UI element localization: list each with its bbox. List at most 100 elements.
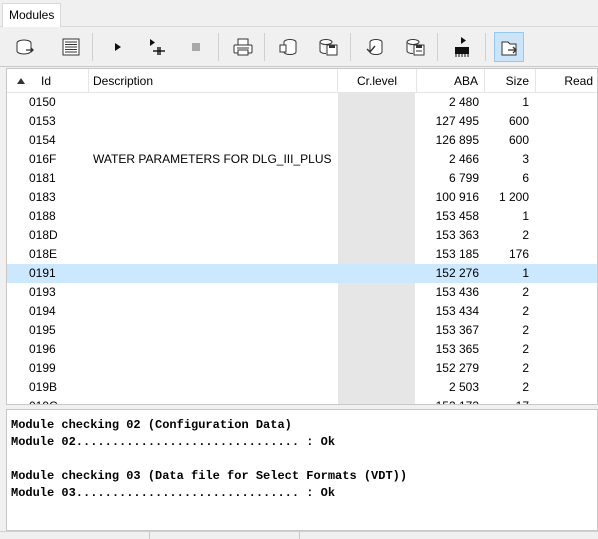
cell-read [537, 245, 597, 264]
log-line: Module checking 03 (Data file for Select… [11, 469, 408, 483]
cell-read [537, 321, 597, 340]
cell-crlevel [338, 112, 415, 131]
cell-aba: 6 799 [448, 171, 479, 185]
table-row[interactable]: 019C 153 173 17 [7, 397, 597, 404]
cell-id: 0191 [29, 266, 56, 280]
cell-id: 0183 [29, 190, 56, 204]
table-row[interactable]: 0150 2 480 1 [7, 93, 597, 112]
cell-aba: 153 365 [435, 342, 479, 356]
cell-aba: 126 895 [435, 133, 479, 147]
table-row[interactable]: 0188 153 458 1 [7, 207, 597, 226]
cell-read [537, 169, 597, 188]
tab-modules[interactable]: Modules [2, 3, 61, 28]
cell-aba: 2 503 [448, 380, 479, 394]
cell-id: 0196 [29, 342, 56, 356]
status-segment [150, 532, 300, 539]
db-icon[interactable] [274, 32, 304, 62]
db-save-icon[interactable] [313, 32, 343, 62]
cell-size: 2 [522, 323, 529, 337]
cell-aba: 2 480 [448, 95, 479, 109]
cell-id: 0193 [29, 285, 56, 299]
toolbar-separator [264, 33, 265, 61]
play-icon[interactable] [103, 32, 133, 62]
col-header-crlevel[interactable]: Cr.level [338, 69, 417, 93]
export-icon[interactable] [494, 32, 524, 62]
cell-aba: 153 185 [435, 247, 479, 261]
cell-id: 016F [29, 152, 57, 166]
print-icon[interactable] [228, 32, 258, 62]
cell-size: 17 [487, 397, 529, 404]
cell-read [537, 283, 597, 302]
cell-aba: 152 279 [435, 361, 479, 375]
table-row[interactable]: 0154 126 895 600 [7, 131, 597, 150]
cell-description [93, 302, 338, 321]
cell-description [93, 397, 338, 404]
grid-rows: 0150 2 480 1 0153 127 495 600 0154 126 895 600 01… [7, 93, 597, 404]
cell-aba: 153 173 [417, 397, 479, 404]
cell-read [537, 264, 597, 283]
cell-aba: 153 436 [435, 285, 479, 299]
cell-aba: 153 363 [435, 228, 479, 242]
cell-aba: 152 276 [435, 266, 479, 280]
table-row[interactable]: 0195 153 367 2 [7, 321, 597, 340]
cell-size: 600 [508, 133, 529, 147]
col-header-read[interactable]: Read [536, 69, 597, 93]
cell-crlevel [338, 340, 415, 359]
col-header-id[interactable]: Id [7, 69, 89, 93]
cell-aba: 127 495 [435, 114, 479, 128]
cell-size: 6 [522, 171, 529, 185]
db-check-icon[interactable] [360, 32, 390, 62]
toolbar [0, 27, 598, 67]
table-row[interactable]: 018D 153 363 2 [7, 226, 597, 245]
chip-play-icon[interactable] [447, 32, 477, 62]
cell-id: 0154 [29, 133, 56, 147]
toolbar-separator [92, 33, 93, 61]
log-output[interactable]: Module checking 02 (Configuration Data) M… [6, 409, 598, 531]
cell-size: 176 [508, 247, 529, 261]
cell-crlevel [338, 302, 415, 321]
col-header-description[interactable]: Description [89, 69, 338, 93]
cell-crlevel [338, 93, 415, 112]
cell-size: 3 [522, 152, 529, 166]
toolbar-separator [218, 33, 219, 61]
grid-header: Id Description Cr.level ABA Size Read [7, 69, 597, 93]
modules-grid[interactable]: Id Description Cr.level ABA Size Read 01… [6, 68, 598, 405]
cell-description [93, 340, 338, 359]
col-header-id-label: Id [41, 74, 52, 88]
cell-description [93, 245, 338, 264]
table-row[interactable]: 0191 152 276 1 [7, 264, 597, 283]
cell-id: 019B [29, 380, 58, 394]
step-icon[interactable] [142, 32, 172, 62]
table-row[interactable]: 0181 6 799 6 [7, 169, 597, 188]
db-save-alt-icon[interactable] [400, 32, 430, 62]
cell-size: 2 [522, 380, 529, 394]
table-row[interactable]: 018E 153 185 176 [7, 245, 597, 264]
cell-aba: 2 466 [448, 152, 479, 166]
table-row[interactable]: 0183 100 916 1 200 [7, 188, 597, 207]
table-row[interactable]: 0193 153 436 2 [7, 283, 597, 302]
cell-crlevel [338, 378, 415, 397]
col-header-aba[interactable]: ABA [417, 69, 485, 93]
cell-description [93, 378, 338, 397]
log-line: Module 03...............................… [11, 486, 336, 500]
cell-description [93, 283, 338, 302]
table-row[interactable]: 0153 127 495 600 [7, 112, 597, 131]
status-segment [0, 532, 150, 539]
table-row[interactable]: 019B 2 503 2 [7, 378, 597, 397]
table-row[interactable]: 016F WATER PARAMETERS FOR DLG_III_PLUS 2 4… [7, 150, 597, 169]
cell-read [537, 112, 597, 131]
stop-icon[interactable] [181, 32, 211, 62]
col-header-size[interactable]: Size [485, 69, 536, 93]
cell-size: 1 [522, 209, 529, 223]
table-row[interactable]: 0199 152 279 2 [7, 359, 597, 378]
table-row[interactable]: 0196 153 365 2 [7, 340, 597, 359]
cell-crlevel [338, 207, 415, 226]
table-row[interactable]: 0194 153 434 2 [7, 302, 597, 321]
list-icon[interactable] [56, 32, 86, 62]
cell-size: 2 [522, 285, 529, 299]
disk-open-icon[interactable] [10, 32, 40, 62]
cell-description [93, 226, 338, 245]
cell-read [537, 207, 597, 226]
toolbar-separator [350, 33, 351, 61]
